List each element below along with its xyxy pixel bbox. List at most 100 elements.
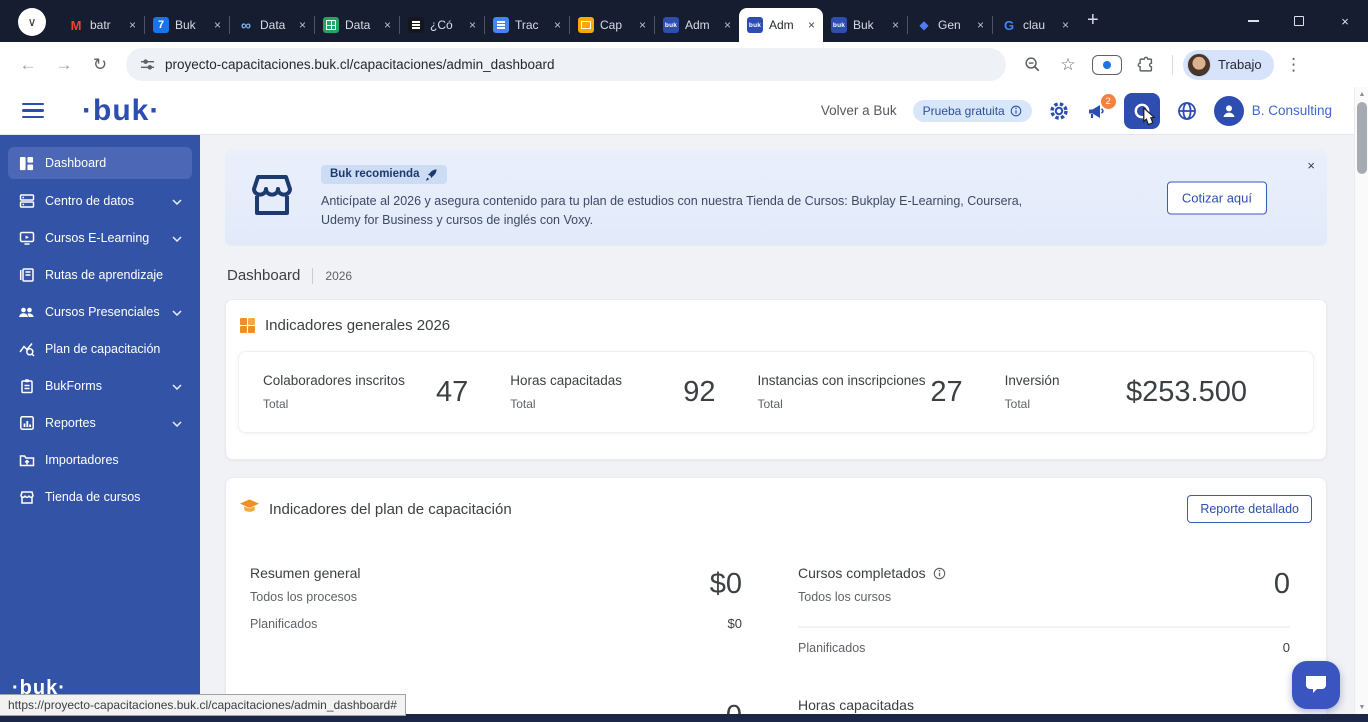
stat-value: 47 [436,376,468,409]
scrollbar-thumb[interactable] [1357,102,1367,174]
browser-tab[interactable]: Gclau× [993,8,1077,42]
breadcrumb-page[interactable]: Dashboard [227,267,300,284]
tab-close-icon[interactable]: × [554,18,561,32]
sidebar-item-importadores[interactable]: Importadores [8,445,192,475]
breadcrumb-divider [312,268,313,284]
scroll-up-arrow[interactable]: ▲ [1355,87,1368,101]
sidebar-item-centro-de-datos[interactable]: Centro de datos [8,186,192,216]
media-controls-icon[interactable] [1092,55,1122,75]
language-globe-icon[interactable] [1176,100,1198,122]
sidebar-item-reportes[interactable]: Reportes [8,408,192,438]
sidebar: Dashboard Centro de datos Cursos E-Learn… [0,131,200,714]
sidebar-item-cursos-presenciales[interactable]: Cursos Presenciales [8,297,192,327]
sidebar-item-plan-de-capacitacion[interactable]: Plan de capacitación [8,334,192,364]
sidebar-item-label: Tienda de cursos [45,490,140,504]
info-icon[interactable] [933,567,946,580]
scroll-down-arrow[interactable]: ▼ [1355,700,1368,714]
hamburger-menu-icon[interactable] [22,103,44,119]
sidebar-item-bukforms[interactable]: BukForms [8,371,192,401]
grid-icon [240,318,255,333]
profile-chip[interactable]: Trabajo [1183,50,1274,80]
reporte-detallado-button[interactable]: Reporte detallado [1187,495,1312,523]
new-tab-button[interactable]: + [1087,9,1099,32]
buk-logo[interactable]: ·buk· [82,94,160,128]
volver-a-buk-link[interactable]: Volver a Buk [821,103,897,118]
chevron-down-icon [172,379,182,393]
account-menu[interactable]: B. Consulting [1214,96,1332,126]
browser-tab[interactable]: bukAdm× [655,8,739,42]
stats-strip: Colaboradores inscritosTotal 47 Horas ca… [238,351,1314,433]
browser-tab[interactable]: ◆Gen× [908,8,992,42]
browser-tab[interactable]: ∞Data× [230,8,314,42]
browser-tab[interactable]: ¿Có× [400,8,484,42]
browser-tab[interactable]: bukBuk× [823,8,907,42]
window-close-button[interactable]: × [1322,0,1368,42]
stat-inversion: InversiónTotal $253.500 [1005,373,1289,411]
gmail-icon: M [68,17,84,33]
browser-tab-active[interactable]: bukAdm× [739,8,823,42]
banner-close-icon[interactable]: × [1307,158,1315,173]
address-bar[interactable]: proyecto-capacitaciones.buk.cl/capacitac… [126,48,1006,81]
stat-instancias: Instancias con inscripcionesTotal 27 [757,373,1004,411]
calendar-7-icon: 7 [153,17,169,33]
window-maximize-button[interactable] [1276,0,1322,42]
sidebar-item-tienda-de-cursos[interactable]: Tienda de cursos [8,482,192,512]
profile-avatar [1187,53,1211,77]
cursos-completados-value: 0 [1274,568,1290,601]
extensions-icon[interactable] [1130,49,1162,81]
sidebar-item-cursos-elearning[interactable]: Cursos E-Learning [8,223,192,253]
account-avatar-icon [1214,96,1244,126]
chat-bubble-icon [1303,673,1329,697]
profile-label: Trabajo [1218,57,1262,72]
announcements-icon[interactable]: 2 [1086,101,1108,121]
google-icon: G [1001,17,1017,33]
page-scrollbar[interactable]: ▲ ▼ [1354,87,1368,714]
back-icon[interactable]: ← [12,49,44,81]
notification-badge: 2 [1101,94,1116,109]
tab-close-icon[interactable]: × [639,18,646,32]
site-settings-icon[interactable] [140,57,155,72]
docs-icon [493,17,509,33]
plan-indicators-card: Indicadores del plan de capacitación Rep… [225,477,1327,714]
zoom-icon[interactable] [1016,49,1048,81]
tab-close-icon[interactable]: × [469,18,476,32]
window-minimize-button[interactable] [1230,0,1276,42]
tab-close-icon[interactable]: × [724,18,731,32]
reload-icon[interactable]: ↻ [84,49,116,81]
tab-strip: ∨ Mbatr× 7Buk× ∞Data× Data× ¿Có× Trac× C… [0,0,1368,42]
tab-close-icon[interactable]: × [1062,18,1069,32]
forward-icon[interactable]: → [48,49,80,81]
browser-tab[interactable]: 7Buk× [145,8,229,42]
buk-favicon: buk [831,17,847,33]
data-center-icon [18,193,35,210]
tab-close-icon[interactable]: × [384,18,391,32]
stat-value: 27 [930,376,962,409]
chevron-down-icon [172,416,182,430]
sidebar-item-dashboard[interactable]: Dashboard [8,147,192,179]
trial-badge[interactable]: Prueba gratuita [913,100,1032,122]
sidebar-item-rutas-de-aprendizaje[interactable]: Rutas de aprendizaje [8,260,192,290]
trial-badge-label: Prueba gratuita [923,104,1005,118]
browser-tab[interactable]: Cap× [570,8,654,42]
tab-close-icon[interactable]: × [299,18,306,32]
help-button[interactable] [1124,93,1160,129]
tab-close-icon[interactable]: × [977,18,984,32]
sheets-icon [323,17,339,33]
settings-gear-icon[interactable] [1048,100,1070,122]
tab-close-icon[interactable]: × [892,18,899,32]
browser-tab[interactable]: Trac× [485,8,569,42]
bookmark-star-icon[interactable]: ☆ [1052,49,1084,81]
mouse-cursor [1137,106,1157,128]
chat-button[interactable] [1292,661,1340,709]
tab-close-icon[interactable]: × [808,18,815,32]
tab-close-icon[interactable]: × [214,18,221,32]
sidebar-item-label: Plan de capacitación [45,342,160,356]
sidebar-item-label: Rutas de aprendizaje [45,268,163,282]
browser-tab[interactable]: Data× [315,8,399,42]
cotizar-aqui-button[interactable]: Cotizar aquí [1167,182,1267,215]
tab-search-button[interactable]: ∨ [18,8,46,36]
colaboradores-value: 0 [726,700,742,714]
browser-menu-icon[interactable]: ⋮ [1278,49,1310,81]
browser-tab[interactable]: Mbatr× [60,8,144,42]
tab-close-icon[interactable]: × [129,18,136,32]
